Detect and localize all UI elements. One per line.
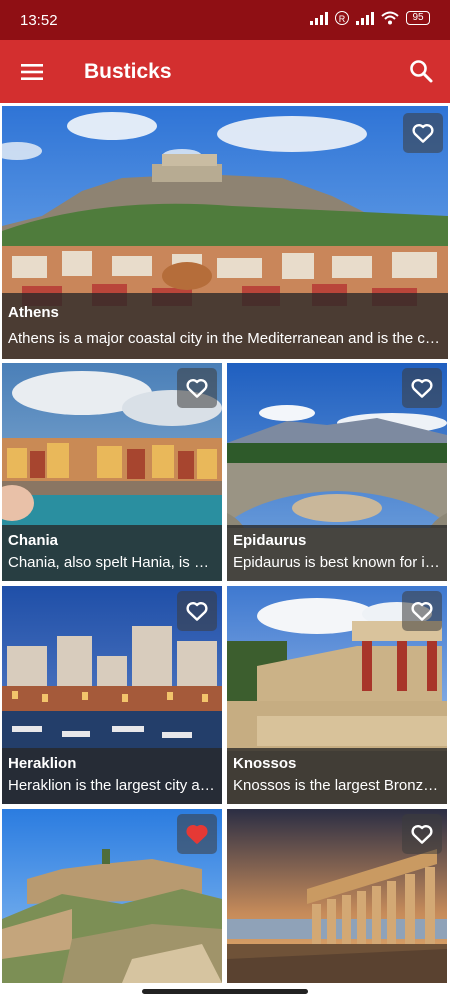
- place-description: Knossos is the largest Bronze Age archae…: [233, 777, 441, 794]
- place-description: Chania, also spelt Hania, is a city on t…: [8, 554, 216, 571]
- place-card-5[interactable]: [2, 809, 222, 983]
- heart-outline-icon: [412, 124, 434, 143]
- signal-icon-2: [356, 11, 374, 25]
- wifi-icon: [381, 11, 399, 25]
- card-caption: Epidaurus Epidaurus is best known for it…: [227, 525, 447, 581]
- favorite-button[interactable]: [402, 368, 442, 408]
- menu-icon[interactable]: [18, 58, 46, 86]
- status-icons: R 95: [310, 11, 430, 25]
- place-card-knossos[interactable]: Knossos Knossos is the largest Bronze Ag…: [227, 586, 447, 804]
- place-card-chania[interactable]: Chania Chania, also spelt Hania, is a ci…: [2, 363, 222, 581]
- status-time: 13:52: [20, 12, 58, 29]
- favorite-button[interactable]: [402, 814, 442, 854]
- app-bar: Busticks: [0, 40, 450, 103]
- favorite-button[interactable]: [403, 113, 443, 153]
- heart-outline-icon: [186, 379, 208, 398]
- card-caption: Chania Chania, also spelt Hania, is a ci…: [2, 525, 222, 581]
- place-description: Epidaurus is best known for its well-pre…: [233, 554, 441, 571]
- heart-outline-icon: [411, 602, 433, 621]
- favorite-button[interactable]: [177, 591, 217, 631]
- heart-outline-icon: [411, 825, 433, 844]
- place-description: Athens is a major coastal city in the Me…: [8, 330, 442, 347]
- place-name: Heraklion: [8, 755, 77, 772]
- search-icon[interactable]: [408, 58, 434, 84]
- card-caption: Heraklion Heraklion is the largest city …: [2, 748, 222, 804]
- app-title: Busticks: [84, 60, 172, 83]
- favorite-button[interactable]: [177, 814, 217, 854]
- heart-outline-icon: [411, 379, 433, 398]
- place-name: Chania: [8, 532, 59, 549]
- place-description: Heraklion is the largest city and the ad…: [8, 777, 216, 794]
- favorite-button[interactable]: [177, 368, 217, 408]
- card-caption: Athens Athens is a major coastal city in…: [2, 293, 448, 359]
- signal-icon: [310, 11, 328, 25]
- heart-filled-icon: [186, 825, 208, 844]
- gesture-bar[interactable]: [142, 989, 308, 994]
- place-name: Knossos: [233, 755, 297, 772]
- card-caption: Knossos Knossos is the largest Bronze Ag…: [227, 748, 447, 804]
- place-name: Epidaurus: [233, 532, 307, 549]
- registered-icon: R: [335, 11, 349, 25]
- heart-outline-icon: [186, 602, 208, 621]
- place-card-athens[interactable]: Athens Athens is a major coastal city in…: [2, 106, 448, 359]
- place-card-6[interactable]: [227, 809, 447, 983]
- battery-icon: 95: [406, 11, 430, 25]
- place-card-heraklion[interactable]: Heraklion Heraklion is the largest city …: [2, 586, 222, 804]
- place-card-epidaurus[interactable]: Epidaurus Epidaurus is best known for it…: [227, 363, 447, 581]
- place-name: Athens: [8, 304, 59, 321]
- places-grid: Athens Athens is a major coastal city in…: [0, 103, 450, 983]
- status-bar: 13:52 R 95: [0, 0, 450, 40]
- favorite-button[interactable]: [402, 591, 442, 631]
